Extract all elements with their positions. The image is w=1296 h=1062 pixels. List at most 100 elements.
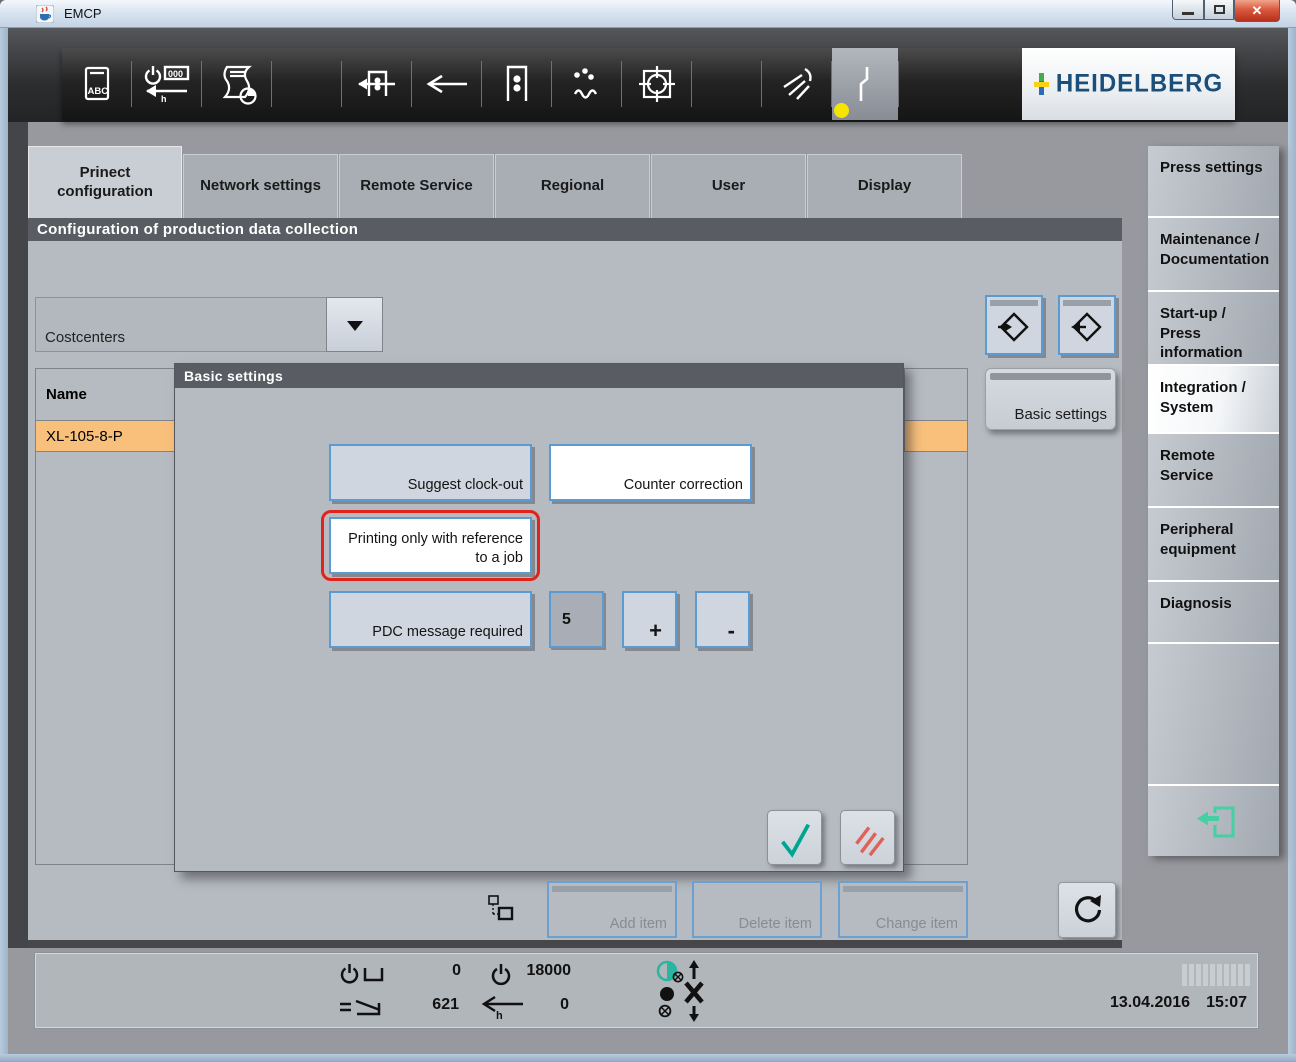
basic-settings-dialog: Basic settings Suggest clock-out Counter… <box>174 363 904 872</box>
increment-button[interactable]: + <box>622 591 677 648</box>
sidebar-item-diagnosis[interactable]: Diagnosis <box>1148 582 1279 644</box>
confirm-check-icon <box>774 817 816 859</box>
counter-total-value: 621 <box>379 996 459 1014</box>
import-button[interactable] <box>985 295 1043 355</box>
pdc-value-field[interactable]: 5 <box>549 591 604 648</box>
register-icon[interactable] <box>622 48 691 120</box>
column-extra <box>904 369 967 420</box>
basic-settings-label: Basic settings <box>1014 406 1107 423</box>
exit-icon <box>1191 800 1237 842</box>
costcenters-value: Costcenters <box>35 297 326 352</box>
close-button[interactable]: ✕ <box>1234 0 1280 22</box>
tab-bar: Prinect configuration Network settings R… <box>28 146 963 218</box>
import-icon <box>987 306 1041 348</box>
sidebar-item-maintenance-documentation[interactable]: Maintenance / Documentation <box>1148 218 1279 292</box>
heidelberg-mark-icon <box>1034 73 1049 95</box>
minimize-button[interactable] <box>1172 0 1204 20</box>
job-list-icon[interactable]: ABC <box>62 48 131 120</box>
toolbar-spacer-2 <box>692 48 761 120</box>
cancel-button[interactable] <box>840 810 895 865</box>
heidelberg-logo-text: HEIDELBERG <box>1056 69 1223 98</box>
add-item-button[interactable]: Add item <box>547 881 677 938</box>
decrement-button[interactable]: - <box>695 591 750 648</box>
tab-prinect-configuration[interactable]: Prinect configuration <box>28 146 182 218</box>
tab-display[interactable]: Display <box>807 154 962 218</box>
reload-button[interactable] <box>1058 882 1116 938</box>
change-item-button[interactable]: Change item <box>838 881 968 938</box>
tab-remote-service[interactable]: Remote Service <box>339 154 494 218</box>
dampening-icon[interactable] <box>552 48 621 120</box>
dialog-title: Basic settings <box>175 364 903 388</box>
delete-item-label: Delete item <box>739 916 812 932</box>
status-dot-yellow <box>834 103 849 118</box>
delete-item-button[interactable]: Delete item <box>692 881 822 938</box>
counter-net-value: 0 <box>381 962 461 980</box>
suggest-clock-out-button[interactable]: Suggest clock-out <box>329 444 532 501</box>
date-value: 13.04.2016 <box>1110 994 1190 1011</box>
maximize-button[interactable] <box>1204 0 1234 20</box>
panel-bottom-strip <box>28 940 1122 948</box>
counter-tray-icon <box>339 962 387 986</box>
printing-only-with-reference-button[interactable]: Printing only with reference to a job <box>329 517 532 574</box>
export-button[interactable] <box>1058 295 1116 355</box>
sidebar-item-startup-press-information[interactable]: Start-up / Press information <box>1148 292 1279 366</box>
sidebar-filler <box>1148 644 1279 786</box>
clock-out-hours-value: 0 <box>489 996 569 1014</box>
datetime: 13.04.2016 15:07 <box>947 994 1247 1012</box>
cancel-slashes-icon <box>847 817 889 859</box>
svg-text:000: 000 <box>168 69 183 79</box>
toolbar-spacer-1 <box>272 48 341 120</box>
ok-button[interactable] <box>767 810 822 865</box>
network-tree-icon <box>486 893 516 923</box>
window-controls: ✕ <box>1172 0 1280 22</box>
pdc-message-required-button[interactable]: PDC message required <box>329 591 532 648</box>
printing-unit-icon[interactable] <box>482 48 551 120</box>
production-report-icon[interactable] <box>202 48 271 120</box>
costcenters-combobox[interactable]: Costcenters <box>35 297 383 352</box>
window-border-bottom <box>0 1054 1296 1062</box>
window-title: EMCP <box>64 6 102 21</box>
counter-correction-button[interactable]: Counter correction <box>549 444 752 501</box>
speed-preset-value: 18000 <box>491 962 571 980</box>
clock-out-counter-icon[interactable]: 000 h <box>132 48 201 120</box>
ink-status-cluster-icon <box>653 958 709 1024</box>
sheet-infeed-icon[interactable] <box>342 48 411 120</box>
level-gauge <box>1182 964 1250 986</box>
arrow-left-icon[interactable] <box>412 48 481 120</box>
wash-up-icon[interactable] <box>762 48 831 120</box>
tab-network-settings[interactable]: Network settings <box>183 154 338 218</box>
time-value: 15:07 <box>1206 994 1247 1011</box>
left-shadow-strip <box>8 122 28 948</box>
sidebar-item-remote-service[interactable]: Remote Service <box>1148 434 1279 508</box>
plus-label: + <box>643 620 668 642</box>
electrics-icon[interactable] <box>832 48 898 120</box>
dropdown-arrow-icon[interactable] <box>326 297 383 352</box>
cell-extra <box>904 421 967 451</box>
sidebar-menu: Press settings Maintenance / Documentati… <box>1148 146 1279 856</box>
minus-label: - <box>722 620 741 642</box>
change-item-label: Change item <box>876 916 958 932</box>
svg-text:h: h <box>161 94 167 104</box>
heidelberg-logo: HEIDELBERG <box>1022 48 1235 120</box>
toolbar-spacer-3 <box>899 48 1022 120</box>
basic-settings-button[interactable]: Basic settings <box>985 368 1116 430</box>
sidebar-item-peripheral-equipment[interactable]: Peripheral equipment <box>1148 508 1279 582</box>
export-icon <box>1060 306 1114 348</box>
exit-button[interactable] <box>1148 786 1279 856</box>
tab-regional[interactable]: Regional <box>495 154 650 218</box>
window-border-left <box>0 28 8 1054</box>
sidebar-item-press-settings[interactable]: Press settings <box>1148 146 1279 218</box>
section-header: Configuration of production data collect… <box>28 218 1122 241</box>
ramp-icon <box>337 996 383 1020</box>
sidebar-item-integration-system[interactable]: Integration / System <box>1148 366 1279 434</box>
tab-user[interactable]: User <box>651 154 806 218</box>
status-bar: 0 18000 621 h 0 <box>35 953 1258 1028</box>
reload-icon <box>1069 892 1105 928</box>
java-icon <box>36 5 54 23</box>
toolbar-icon-strip: ABC 000 h <box>62 48 1022 120</box>
emcp-window: EMCP ✕ ABC 000 <box>0 0 1296 1062</box>
svg-text:ABC: ABC <box>87 86 108 97</box>
main-toolbar: ABC 000 h <box>62 48 1235 120</box>
titlebar: EMCP <box>0 0 1296 28</box>
add-item-label: Add item <box>610 916 667 932</box>
